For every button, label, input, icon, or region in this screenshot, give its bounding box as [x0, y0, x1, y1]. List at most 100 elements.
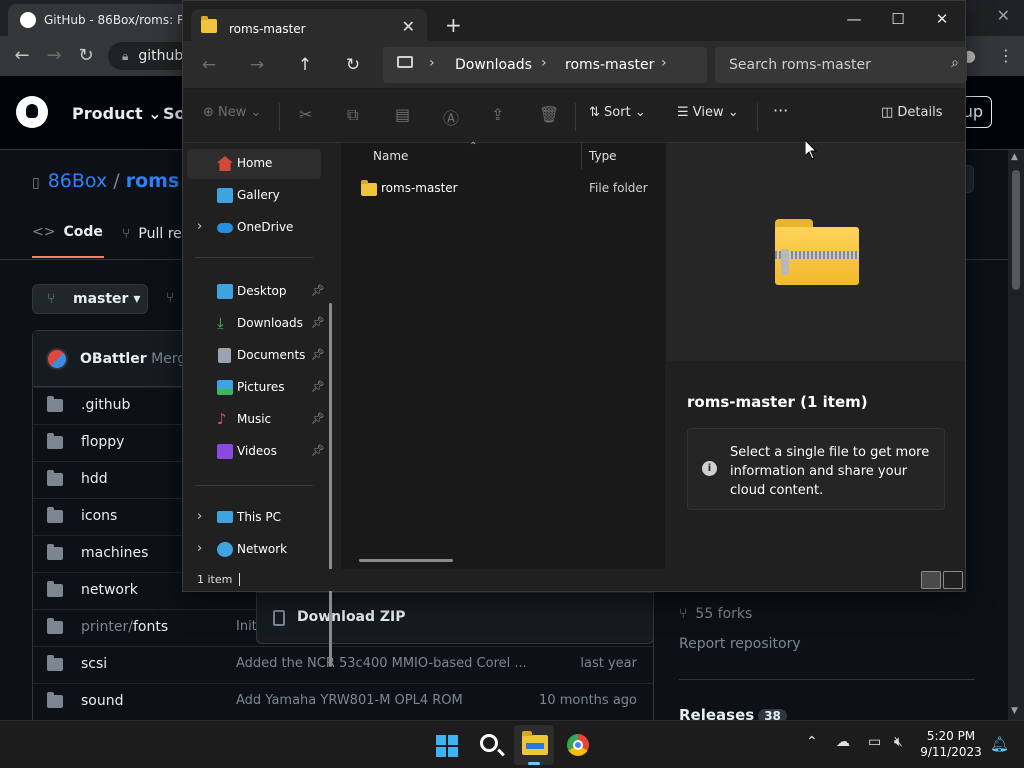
- notification-bell-icon[interactable]: 🔔︎: [990, 735, 1009, 753]
- chrome-close-icon[interactable]: ✕: [997, 6, 1010, 25]
- new-tab-icon[interactable]: +: [445, 13, 462, 37]
- computer-icon: [217, 511, 233, 523]
- rename-icon[interactable]: Ⓐ: [443, 105, 459, 129]
- tab-code[interactable]: <> Code: [32, 224, 103, 240]
- sidebar-item-onedrive[interactable]: › OneDrive: [187, 213, 321, 243]
- sidebar-divider: [679, 679, 975, 680]
- close-tab-icon[interactable]: ✕: [402, 17, 415, 36]
- delete-icon[interactable]: 🗑︎: [539, 105, 559, 124]
- paste-icon[interactable]: ▤: [395, 105, 410, 124]
- nav-product[interactable]: Product ⌄: [72, 104, 162, 123]
- omnibox-text: github: [138, 48, 184, 64]
- search-button[interactable]: [470, 725, 510, 765]
- view-button[interactable]: ☰ View ⌄: [677, 105, 739, 120]
- new-button[interactable]: ⊕ New ⌄: [203, 105, 261, 120]
- volume-muted-icon[interactable]: 🔇︎: [894, 734, 903, 750]
- minimize-icon[interactable]: —: [831, 5, 877, 33]
- column-divider[interactable]: [581, 143, 582, 169]
- folder-icon: [47, 433, 63, 449]
- column-header-type[interactable]: Type: [589, 149, 617, 163]
- chevron-right-icon[interactable]: ›: [429, 55, 435, 71]
- forward-icon[interactable]: →: [245, 53, 269, 77]
- sidebar-item-gallery[interactable]: Gallery: [187, 181, 321, 211]
- search-input[interactable]: Search roms-master ⌕: [715, 47, 967, 83]
- sort-button[interactable]: ⇅ Sort ⌄: [589, 105, 646, 120]
- chrome-reload-icon[interactable]: ↻: [74, 44, 98, 68]
- refresh-icon[interactable]: ↻: [341, 53, 365, 77]
- repo-name-link[interactable]: roms: [126, 170, 180, 192]
- tab-pull-requests[interactable]: ⑂ Pull re: [122, 226, 182, 242]
- back-icon[interactable]: ←: [197, 53, 221, 77]
- folder-icon: [47, 544, 63, 560]
- breadcrumb-roms-master[interactable]: roms-master: [565, 57, 654, 73]
- sidebar-item-home[interactable]: Home: [187, 149, 321, 179]
- sidebar-item-downloads[interactable]: ⤓ Downloads 📌︎: [187, 309, 325, 339]
- music-icon: ♪: [217, 410, 227, 428]
- folder-icon: [47, 507, 63, 523]
- status-caret: [239, 573, 240, 586]
- file-explorer-icon: [522, 731, 548, 755]
- start-button[interactable]: [426, 725, 466, 765]
- network-tray-icon[interactable]: ▭: [868, 734, 881, 750]
- chrome-taskbar-button[interactable]: [558, 725, 598, 765]
- branch-select-button[interactable]: ⑂ master ▾: [32, 284, 148, 314]
- sidebar-item-desktop[interactable]: Desktop 📌︎: [187, 277, 325, 307]
- horizontal-scrollbar[interactable]: [359, 559, 453, 562]
- sidebar-item-music[interactable]: ♪ Music 📌︎: [187, 405, 325, 435]
- chrome-forward-icon[interactable]: →: [42, 44, 66, 68]
- folder-icon: [47, 655, 63, 671]
- chrome-menu-icon[interactable]: ⋮: [998, 46, 1014, 65]
- close-window-icon[interactable]: ✕: [919, 5, 965, 33]
- page-scrollbar[interactable]: ▲ ▼: [1008, 150, 1024, 720]
- copy-icon[interactable]: ⧉: [347, 105, 358, 125]
- download-zip-menu-item[interactable]: Download ZIP: [256, 592, 654, 644]
- pin-icon: 📌︎: [311, 444, 325, 457]
- forks-link[interactable]: ⑂ 55 forks: [679, 606, 752, 622]
- pin-icon: 📌︎: [311, 412, 325, 425]
- search-icon: ⌕: [951, 55, 959, 71]
- sidebar-item-documents[interactable]: Documents 📌︎: [187, 341, 325, 371]
- details-view-icon[interactable]: [921, 571, 941, 589]
- repo-owner-link[interactable]: 86Box: [48, 170, 108, 192]
- folder-icon: [47, 396, 63, 412]
- chrome-icon: [567, 734, 589, 756]
- show-hidden-icons-icon[interactable]: ⌃: [806, 734, 818, 750]
- onedrive-tray-icon[interactable]: ☁: [836, 734, 850, 750]
- item-name: roms-master: [381, 181, 458, 195]
- share-icon[interactable]: ⇪: [491, 105, 504, 124]
- breadcrumb-downloads[interactable]: Downloads: [455, 57, 532, 73]
- scroll-down-icon: ▼: [1011, 706, 1018, 716]
- status-bar: 1 item: [183, 569, 965, 591]
- navigation-scrollbar[interactable]: [329, 303, 332, 667]
- maximize-icon[interactable]: ☐: [875, 5, 921, 33]
- sidebar-item-pictures[interactable]: Pictures 📌︎: [187, 373, 325, 403]
- chevron-right-icon[interactable]: ›: [541, 55, 547, 71]
- avatar[interactable]: [46, 348, 68, 370]
- branches-icon[interactable]: ⑂: [166, 290, 174, 306]
- github-logo-icon[interactable]: [16, 96, 48, 128]
- details-button[interactable]: ◫ Details: [881, 105, 943, 120]
- sidebar-item-network[interactable]: › Network: [187, 535, 321, 565]
- videos-icon: [217, 444, 233, 459]
- clock[interactable]: 5:20 PM 9/11/2023: [918, 728, 984, 760]
- fork-icon: ⑂: [679, 606, 688, 622]
- chrome-back-icon[interactable]: ←: [10, 44, 34, 68]
- download-icon: ⤓: [217, 314, 224, 332]
- divider: [195, 257, 313, 258]
- file-row[interactable]: scsi Added the NCR 53c400 MMIO-based Core…: [33, 646, 653, 683]
- tiles-view-icon[interactable]: [943, 571, 963, 589]
- address-bar[interactable]: › Downloads › roms-master ›: [383, 47, 707, 83]
- chevron-right-icon: ›: [197, 219, 203, 234]
- more-options-button[interactable]: ···: [773, 101, 788, 120]
- file-explorer-taskbar-button[interactable]: [514, 725, 554, 765]
- chevron-right-icon[interactable]: ›: [661, 55, 667, 71]
- sidebar-item-videos[interactable]: Videos 📌︎: [187, 437, 325, 467]
- column-header-name[interactable]: Name: [373, 149, 408, 163]
- up-icon[interactable]: ↑: [293, 53, 317, 77]
- chrome-tab[interactable]: GitHub - 86Box/roms: ROM: [8, 4, 198, 36]
- report-repository-link[interactable]: Report repository: [679, 636, 801, 652]
- file-row[interactable]: sound Add Yamaha YRW801-M OPL4 ROM 10 mont…: [33, 683, 653, 720]
- sidebar-item-this-pc[interactable]: › This PC: [187, 503, 321, 533]
- gallery-icon: [217, 188, 233, 203]
- cut-icon[interactable]: ✂: [299, 105, 312, 124]
